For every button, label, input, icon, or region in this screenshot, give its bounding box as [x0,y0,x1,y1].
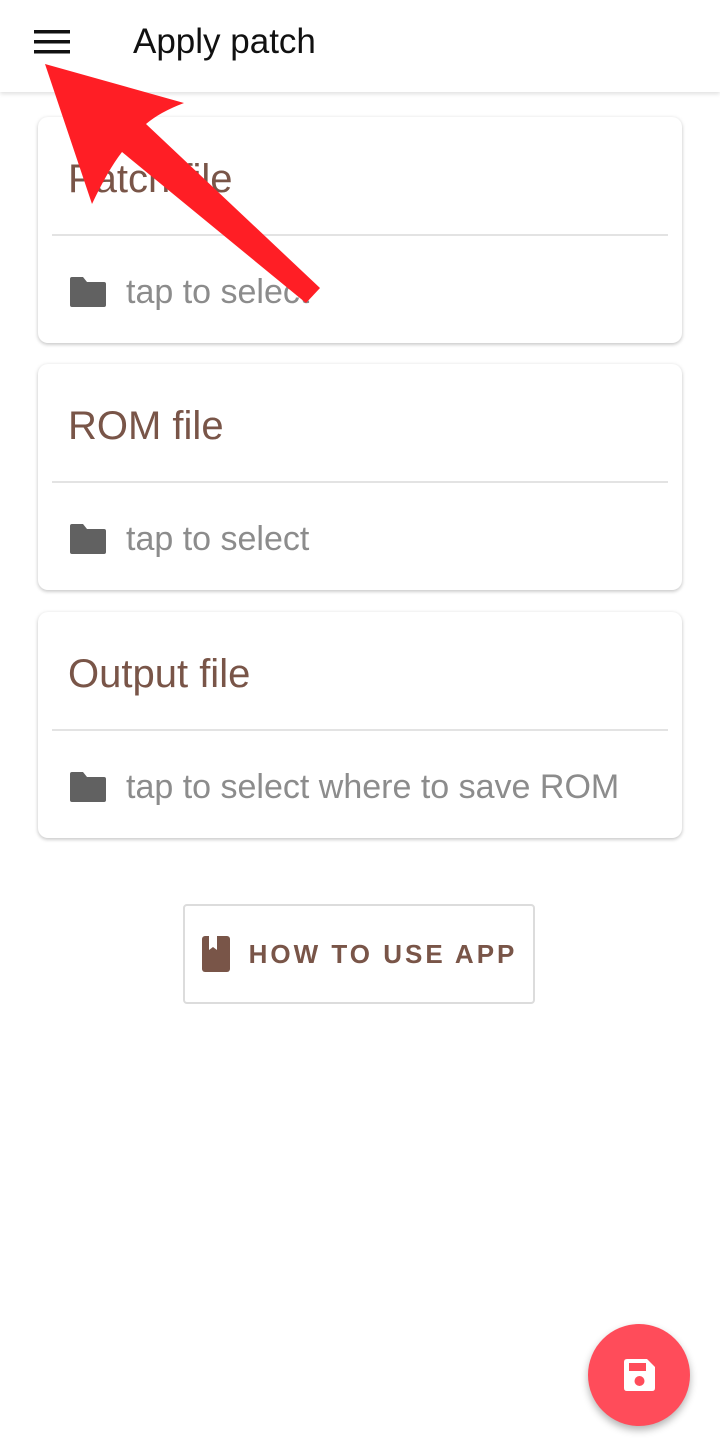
save-fab-button[interactable] [588,1324,690,1426]
card-divider [52,729,668,731]
rom-file-selector[interactable]: tap to select [68,514,309,564]
rom-file-select-text: tap to select [126,520,310,558]
card-divider [52,234,668,236]
output-file-card: Output file tap to select where to save … [38,612,682,838]
book-icon [201,936,230,972]
folder-icon [70,524,106,554]
how-to-use-app-button[interactable]: HOW TO USE APP [183,904,535,1004]
output-file-select-text: tap to select where to save ROM [126,768,620,806]
output-file-title: Output file [68,652,251,696]
rom-file-card: ROM file tap to select [38,364,682,590]
patch-file-selector[interactable]: tap to select [68,267,309,317]
app-bar: Apply patch [0,0,720,92]
save-icon [624,1359,655,1391]
menu-button[interactable] [22,14,82,70]
patch-file-card: Patch file tap to select [38,117,682,343]
card-divider [52,481,668,483]
folder-icon [70,772,106,802]
patch-file-select-text: tap to select [126,273,310,311]
folder-icon [70,277,106,307]
patch-file-title: Patch file [68,157,233,201]
rom-file-title: ROM file [68,404,224,448]
page-title: Apply patch [133,22,316,61]
how-to-use-app-label: HOW TO USE APP [248,938,518,969]
hamburger-menu-icon [34,30,70,54]
output-file-selector[interactable]: tap to select where to save ROM [68,762,619,812]
